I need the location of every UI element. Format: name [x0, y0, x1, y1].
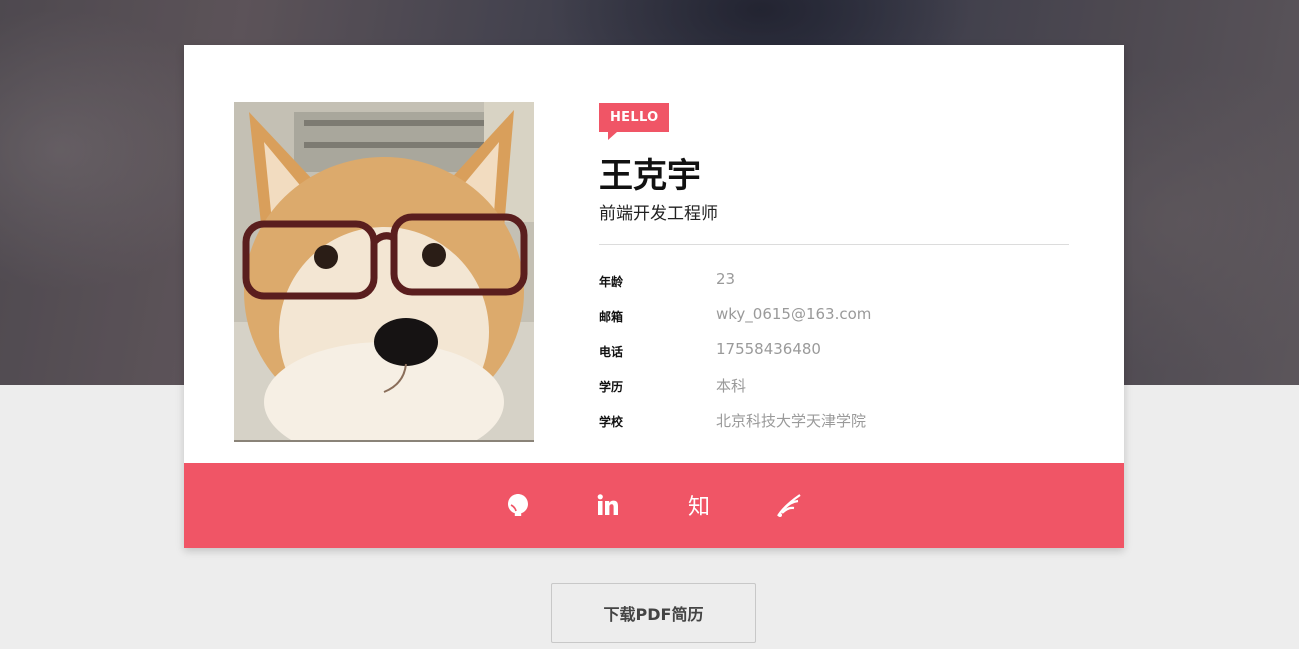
blog-feather-icon[interactable] — [774, 490, 804, 520]
detail-value: wky_0615@163.com — [716, 305, 872, 323]
detail-row-school: 学校 北京科技大学天津学院 — [599, 408, 1069, 443]
social-links-bar: 知 — [184, 463, 1124, 548]
detail-label: 学历 — [599, 380, 624, 394]
avatar-image — [234, 102, 534, 440]
detail-value: 17558436480 — [716, 340, 821, 358]
zhihu-icon[interactable]: 知 — [684, 490, 714, 520]
detail-row-education: 学历 本科 — [599, 373, 1069, 408]
profile-name: 王克宇 — [599, 156, 701, 196]
detail-row-age: 年龄 23 — [599, 268, 1069, 303]
download-pdf-button[interactable]: 下载PDF简历 — [551, 583, 756, 643]
divider — [599, 244, 1069, 245]
profile-details: 年龄 23 邮箱 wky_0615@163.com 电话 17558436480… — [599, 268, 1069, 443]
detail-label: 电话 — [599, 345, 624, 359]
detail-label: 学校 — [599, 415, 624, 429]
hello-tag: HELLO — [599, 103, 670, 140]
profile-job-title: 前端开发工程师 — [599, 204, 718, 224]
zhihu-glyph: 知 — [687, 495, 710, 520]
avatar — [234, 102, 534, 442]
profile-card: HELLO 王克宇 前端开发工程师 年龄 23 邮箱 wky_0615@163.… — [184, 45, 1124, 548]
detail-value: 23 — [716, 270, 736, 288]
detail-value: 北京科技大学天津学院 — [716, 412, 867, 430]
profile-info: HELLO 王克宇 前端开发工程师 年龄 23 邮箱 wky_0615@163.… — [599, 103, 1069, 443]
detail-label: 邮箱 — [599, 310, 624, 324]
github-icon[interactable] — [503, 490, 533, 520]
detail-row-phone: 电话 17558436480 — [599, 338, 1069, 373]
linkedin-icon[interactable] — [593, 490, 623, 520]
detail-row-email: 邮箱 wky_0615@163.com — [599, 303, 1069, 338]
detail-label: 年龄 — [599, 275, 624, 289]
detail-value: 本科 — [716, 377, 747, 395]
